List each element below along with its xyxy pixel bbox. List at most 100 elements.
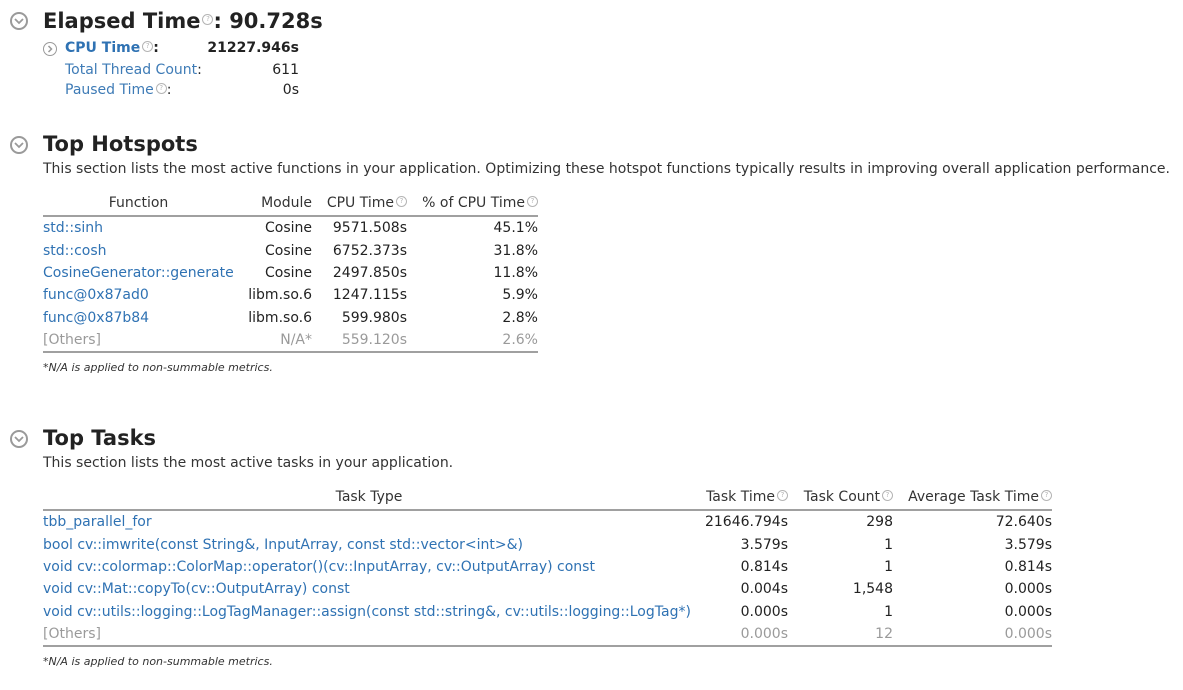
- column-header-task-count[interactable]: Task Count?: [788, 489, 893, 511]
- average-task-time-cell: 0.000s: [1004, 603, 1052, 620]
- task-time-cell: 21646.794s: [704, 514, 788, 531]
- elapsed-time-value: : 90.728s: [213, 9, 323, 33]
- hotspots-title: Top Hotspots: [43, 132, 198, 156]
- task-count-cell: 1: [884, 603, 893, 620]
- average-task-time-cell: 0.814s: [1004, 558, 1052, 575]
- cpu-time-label[interactable]: CPU Time?:: [65, 40, 159, 56]
- module-cell: libm.so.6: [248, 287, 312, 304]
- others-label: [Others]: [43, 622, 695, 648]
- column-header-cpu-percent[interactable]: % of CPU Time?: [407, 195, 538, 217]
- function-link[interactable]: func@0x87ad0: [43, 284, 234, 306]
- cpu-percent-cell: 2.8%: [502, 309, 538, 326]
- thread-count-text: Total Thread Count: [65, 62, 198, 78]
- table-row-others: [Others] N/A* 559.120s 2.6%: [43, 328, 538, 354]
- paused-time-text: Paused Time: [65, 82, 154, 98]
- paused-time-value: 0s: [282, 82, 299, 98]
- others-label: [Others]: [43, 328, 234, 354]
- table-row: void cv::colormap::ColorMap::operator()(…: [43, 556, 1052, 578]
- table-row: bool cv::imwrite(const String&, InputArr…: [43, 533, 1052, 555]
- column-header-module[interactable]: Module: [234, 195, 312, 217]
- module-cell: N/A*: [234, 328, 312, 354]
- task-time-cell: 0.000s: [740, 603, 788, 620]
- thread-count-label: Total Thread Count:: [65, 62, 202, 78]
- average-task-time-cell: 0.000s: [1004, 581, 1052, 598]
- help-icon[interactable]: ?: [882, 490, 893, 501]
- task-count-cell: 1: [884, 558, 893, 575]
- task-count-cell: 12: [788, 622, 893, 648]
- help-icon[interactable]: ?: [527, 196, 538, 207]
- task-time-cell: 0.004s: [740, 581, 788, 598]
- task-count-cell: 298: [866, 514, 893, 531]
- elapsed-time-label: Elapsed Time: [43, 9, 201, 33]
- task-type-link[interactable]: tbb_parallel_for: [43, 510, 695, 533]
- elapsed-time-title: Elapsed Time?: 90.728s: [43, 9, 323, 33]
- task-type-link[interactable]: void cv::Mat::copyTo(cv::OutputArray) co…: [43, 578, 695, 600]
- tasks-table: Task Type Task Time? Task Count? Average…: [43, 489, 1052, 648]
- paused-time-label: Paused Time?:: [65, 82, 172, 98]
- hotspots-description: This section lists the most active funct…: [43, 161, 1170, 177]
- cpu-percent-cell: 45.1%: [493, 220, 538, 237]
- column-header-cpu-time[interactable]: CPU Time?: [312, 195, 407, 217]
- cpu-time-value: 21227.946s: [207, 40, 299, 56]
- cpu-time-cell: 2497.850s: [332, 264, 407, 281]
- task-type-link[interactable]: void cv::utils::logging::LogTagManager::…: [43, 601, 695, 623]
- collapse-elapsed-icon[interactable]: [10, 12, 28, 30]
- thread-count-value: 611: [272, 62, 299, 78]
- table-row: tbb_parallel_for 21646.794s 298 72.640s: [43, 510, 1052, 533]
- cpu-time-cell: 1247.115s: [332, 287, 407, 304]
- table-row: void cv::utils::logging::LogTagManager::…: [43, 601, 1052, 623]
- average-task-time-cell: 3.579s: [1004, 536, 1052, 553]
- collapse-hotspots-icon[interactable]: [10, 136, 28, 154]
- task-count-cell: 1,548: [852, 581, 893, 598]
- average-task-time-cell: 72.640s: [995, 514, 1052, 531]
- hotspots-footnote: *N/A is applied to non-summable metrics.: [43, 361, 273, 374]
- table-row: CosineGenerator::generate Cosine 2497.85…: [43, 262, 538, 284]
- module-cell: Cosine: [264, 220, 312, 237]
- table-row-others: [Others] 0.000s 12 0.000s: [43, 622, 1052, 648]
- table-row: func@0x87b84 libm.so.6 599.980s 2.8%: [43, 307, 538, 329]
- help-icon[interactable]: ?: [155, 83, 167, 94]
- cpu-percent-cell: 2.6%: [407, 328, 538, 354]
- tasks-description: This section lists the most active tasks…: [43, 455, 454, 471]
- help-icon[interactable]: ?: [396, 196, 407, 207]
- function-link[interactable]: CosineGenerator::generate: [43, 262, 234, 284]
- function-link[interactable]: std::sinh: [43, 216, 234, 239]
- task-time-cell: 0.000s: [695, 622, 788, 648]
- task-type-link[interactable]: bool cv::imwrite(const String&, InputArr…: [43, 533, 695, 555]
- tasks-title: Top Tasks: [43, 426, 157, 450]
- table-row: std::cosh Cosine 6752.373s 31.8%: [43, 239, 538, 261]
- help-icon[interactable]: ?: [1041, 490, 1052, 501]
- column-header-task-type[interactable]: Task Type: [43, 489, 695, 511]
- task-time-cell: 3.579s: [740, 536, 788, 553]
- cpu-time-text[interactable]: CPU Time: [65, 40, 140, 56]
- function-link[interactable]: std::cosh: [43, 239, 234, 261]
- module-cell: libm.so.6: [248, 309, 312, 326]
- average-task-time-cell: 0.000s: [893, 622, 1052, 648]
- table-row: func@0x87ad0 libm.so.6 1247.115s 5.9%: [43, 284, 538, 306]
- help-icon[interactable]: ?: [777, 490, 788, 501]
- module-cell: Cosine: [264, 264, 312, 281]
- table-row: void cv::Mat::copyTo(cv::OutputArray) co…: [43, 578, 1052, 600]
- help-icon[interactable]: ?: [142, 41, 154, 52]
- column-header-task-time[interactable]: Task Time?: [695, 489, 788, 511]
- cpu-percent-cell: 31.8%: [493, 242, 538, 259]
- task-type-link[interactable]: void cv::colormap::ColorMap::operator()(…: [43, 556, 695, 578]
- module-cell: Cosine: [264, 242, 312, 259]
- function-link[interactable]: func@0x87b84: [43, 307, 234, 329]
- expand-cpu-time-icon[interactable]: [43, 42, 57, 56]
- column-header-average-task-time[interactable]: Average Task Time?: [893, 489, 1052, 511]
- task-time-cell: 0.814s: [740, 558, 788, 575]
- cpu-percent-cell: 5.9%: [502, 287, 538, 304]
- hotspots-table: Function Module CPU Time? % of CPU Time?…: [43, 195, 538, 354]
- cpu-time-cell: 6752.373s: [332, 242, 407, 259]
- cpu-time-cell: 9571.508s: [332, 220, 407, 237]
- tasks-footnote: *N/A is applied to non-summable metrics.: [43, 655, 273, 668]
- column-header-function[interactable]: Function: [43, 195, 234, 217]
- table-row: std::sinh Cosine 9571.508s 45.1%: [43, 216, 538, 239]
- task-count-cell: 1: [884, 536, 893, 553]
- cpu-percent-cell: 11.8%: [493, 264, 538, 281]
- cpu-time-cell: 599.980s: [341, 309, 407, 326]
- cpu-time-cell: 559.120s: [312, 328, 407, 354]
- help-icon[interactable]: ?: [202, 14, 214, 25]
- collapse-tasks-icon[interactable]: [10, 430, 28, 448]
